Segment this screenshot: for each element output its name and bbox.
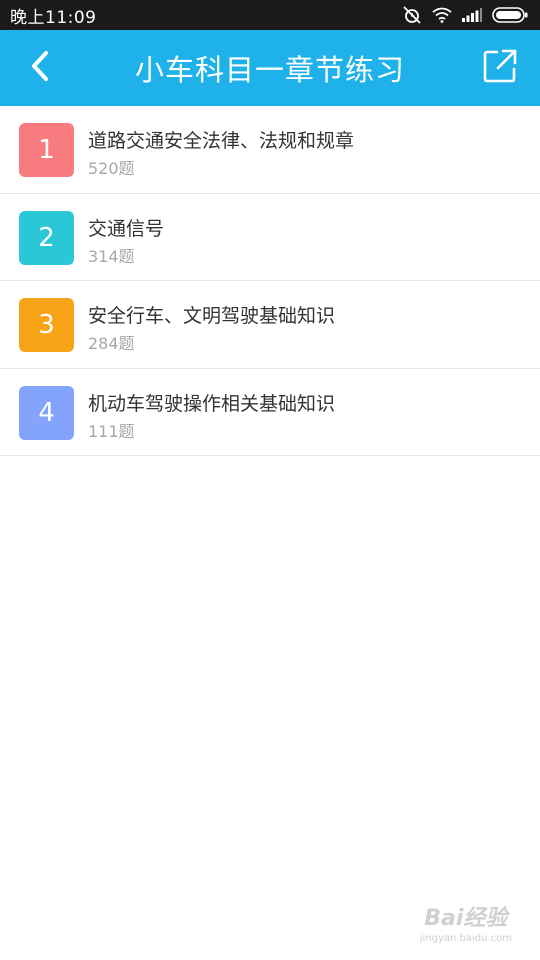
page-title: 小车科目一章节练习 (134, 53, 405, 87)
chapter-number-badge: 4 (19, 385, 74, 440)
chapter-question-count: 284题 (88, 334, 135, 353)
chapter-number-badge: 1 (19, 123, 74, 177)
chapter-number-badge: 3 (19, 298, 74, 352)
signal-icon (462, 8, 482, 22)
chapter-question-count: 314题 (88, 246, 135, 266)
chapter-question-count: 520题 (88, 159, 135, 178)
battery-icon (492, 7, 528, 23)
back-button[interactable] (18, 44, 62, 92)
chapter-item-4[interactable]: 4 机动车驾驶操作相关基础知识 111题 (0, 369, 540, 456)
app-bar: 小车科目一章节练习 (0, 30, 540, 106)
share-button[interactable] (478, 44, 522, 92)
share-external-icon (482, 48, 518, 88)
watermark: Bai经验 jingyan.baidu.com (420, 900, 512, 944)
status-icons (402, 0, 528, 30)
status-time: 晚上11:09 (10, 7, 97, 28)
chapter-item-3[interactable]: 3 安全行车、文明驾驶基础知识 284题 (0, 281, 540, 369)
chapter-item-2[interactable]: 2 交通信号 314题 (0, 194, 540, 281)
alarm-off-icon (402, 5, 422, 25)
chapter-item-1[interactable]: 1 道路交通安全法律、法规和规章 520题 (0, 106, 540, 194)
chapter-number-badge: 2 (19, 210, 74, 265)
chapter-title: 交通信号 (88, 217, 165, 240)
watermark-url: jingyan.baidu.com (419, 933, 512, 944)
chapter-question-count: 111题 (88, 421, 135, 441)
watermark-logo: Bai经验 (424, 906, 508, 931)
chapter-title: 道路交通安全法律、法规和规章 (88, 130, 355, 152)
status-bar: 晚上11:09 (0, 0, 540, 30)
chapter-title: 机动车驾驶操作相关基础知识 (88, 392, 336, 415)
chapter-list: 1 道路交通安全法律、法规和规章 520题 2 交通信号 314题 3 安全行车… (0, 106, 540, 456)
chevron-left-icon (29, 50, 51, 86)
wifi-icon (432, 7, 452, 23)
chapter-title: 安全行车、文明驾驶基础知识 (88, 305, 336, 327)
